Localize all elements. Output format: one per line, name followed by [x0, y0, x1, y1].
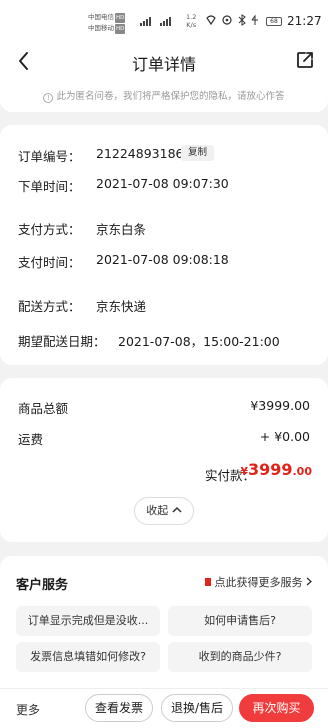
- order-number-value: 212248931865: [96, 146, 192, 161]
- faq-item[interactable]: 订单显示完成但是没收...: [16, 606, 160, 636]
- privacy-text: 此为匿名问卷，我们将严格保护您的隐私，请放心作答: [56, 91, 285, 102]
- nav-bar: 订单详情: [0, 40, 328, 84]
- carrier-info: 中国电信 HD 中国移动 HD: [88, 12, 126, 34]
- pay-time-value: 2021-07-08 09:08:18: [96, 252, 229, 267]
- info-icon: !: [43, 93, 54, 103]
- pay-method-label: 支付方式：: [18, 222, 81, 237]
- flag-icon: [204, 578, 211, 586]
- chevron-right-icon: [306, 577, 312, 586]
- pay-method-value: 京东白条: [96, 222, 147, 237]
- faq-item[interactable]: 收到的商品少件?: [168, 642, 312, 672]
- pay-method-row: 支付方式： 京东白条: [18, 219, 146, 238]
- delivery-row: 配送方式： 京东快递: [18, 296, 146, 315]
- hd-badge: HD: [115, 24, 126, 34]
- order-number-row: 订单编号： 212248931865: [18, 146, 191, 165]
- share-icon[interactable]: [294, 49, 316, 71]
- speed-value: 1.2: [186, 13, 197, 21]
- paid-integer: 3999: [247, 460, 293, 479]
- paid-currency: ¥: [240, 465, 248, 478]
- order-number-label: 订单编号：: [18, 149, 81, 164]
- order-time-value: 2021-07-08 09:07:30: [96, 176, 229, 191]
- more-button[interactable]: 更多: [16, 701, 40, 718]
- status-icons: [205, 14, 261, 29]
- copy-button[interactable]: 复制: [181, 145, 214, 161]
- system-icons: [206, 14, 258, 26]
- carrier-1: 中国电信: [88, 13, 114, 21]
- expected-date-row: 期望配送日期： 2021-07-08，15:00-21:00: [18, 331, 280, 350]
- clock: 21:27: [287, 14, 322, 28]
- carrier-2: 中国移动: [88, 24, 114, 32]
- shipping-label: 运费: [18, 432, 44, 447]
- faq-item[interactable]: 如何申请售后?: [168, 606, 312, 636]
- order-time-label: 下单时间：: [18, 179, 81, 194]
- expected-date-label: 期望配送日期：: [18, 334, 106, 349]
- goods-total-label: 商品总额: [18, 401, 69, 416]
- more-services-link[interactable]: 点此获得更多服务: [204, 574, 313, 590]
- signal-icon: [138, 16, 178, 28]
- faq-item[interactable]: 发票信息填错如何修改?: [16, 642, 160, 672]
- return-service-button[interactable]: 退换/售后: [161, 694, 233, 722]
- pay-time-label: 支付时间：: [18, 255, 81, 270]
- more-services-label: 点此获得更多服务: [214, 576, 303, 589]
- paid-amount: ¥3999.00: [240, 460, 312, 479]
- expected-date-value: 2021-07-08，15:00-21:00: [118, 334, 280, 349]
- bottom-action-bar: 更多 查看发票 退换/售后 再次购买: [0, 688, 328, 728]
- service-title: 客户服务: [16, 578, 69, 593]
- view-invoice-button[interactable]: 查看发票: [85, 694, 153, 722]
- battery-icon: 68: [266, 17, 282, 26]
- chevron-up-icon: [172, 506, 182, 513]
- speed-unit: K/s: [186, 21, 197, 29]
- delivery-value: 京东快递: [96, 299, 147, 314]
- shipping-value: + ¥0.00: [259, 429, 310, 444]
- status-bar: 中国电信 HD 中国移动 HD 1.2 K/s 68 21:27: [0, 0, 328, 40]
- collapse-button[interactable]: 收起: [134, 497, 194, 525]
- privacy-notice: ! 此为匿名问卷，我们将严格保护您的隐私，请放心作答: [0, 84, 328, 112]
- network-speed: 1.2 K/s: [186, 13, 196, 29]
- collapse-label: 收起: [146, 504, 169, 517]
- rebuy-button[interactable]: 再次购买: [239, 694, 314, 722]
- pay-time-row: 支付时间： 2021-07-08 09:08:18: [18, 252, 229, 271]
- delivery-label: 配送方式：: [18, 299, 81, 314]
- goods-total-value: ¥3999.00: [250, 398, 310, 413]
- page-title: 订单详情: [131, 55, 196, 74]
- hd-badge: HD: [115, 13, 126, 23]
- paid-decimal: .00: [292, 465, 313, 478]
- order-time-row: 下单时间： 2021-07-08 09:07:30: [18, 176, 229, 195]
